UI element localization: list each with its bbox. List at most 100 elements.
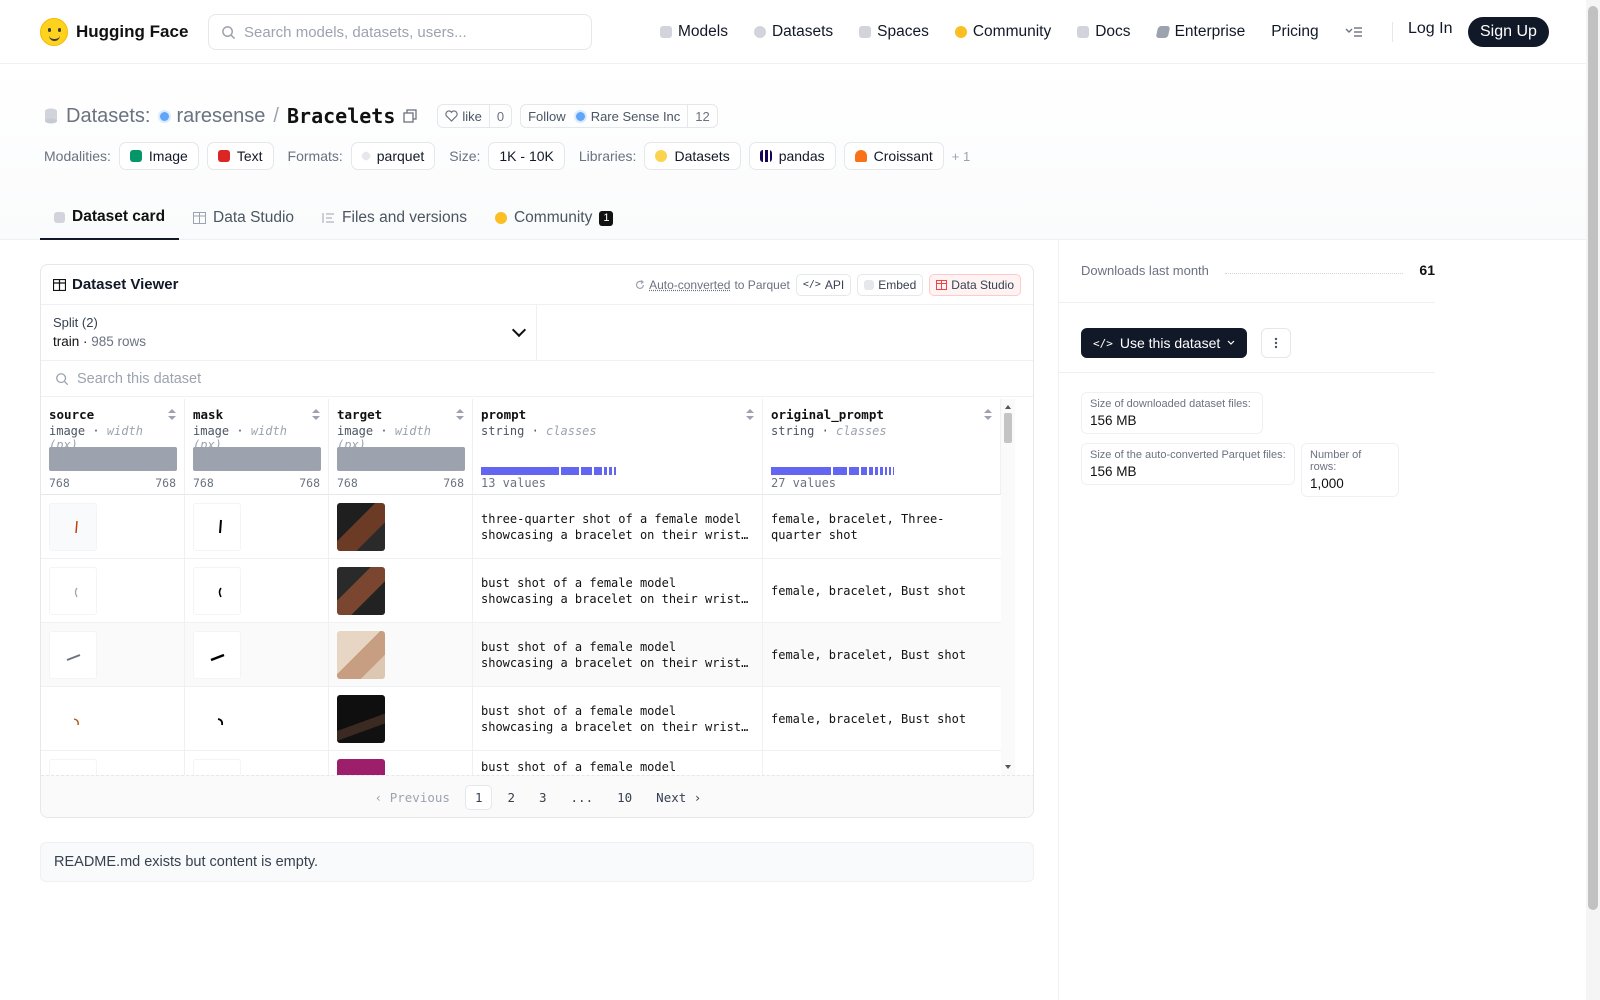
class-bar[interactable] <box>893 467 894 475</box>
class-bar[interactable] <box>604 467 607 475</box>
class-bar[interactable] <box>869 467 873 475</box>
prompt-cell[interactable]: bust shot of a female model showcasing a… <box>473 623 763 687</box>
class-bar[interactable] <box>885 467 887 475</box>
original-prompt-cell[interactable]: female, bracelet, Bust shot <box>763 687 1001 751</box>
class-bar[interactable] <box>771 467 831 475</box>
sort-icon[interactable] <box>312 409 320 421</box>
mask-thumbnail[interactable] <box>193 567 241 615</box>
source-thumbnail[interactable] <box>49 567 97 615</box>
class-bar[interactable] <box>594 467 602 475</box>
auto-converted-note[interactable]: Auto-converted to Parquet <box>635 278 790 292</box>
source-cell[interactable] <box>41 623 185 687</box>
class-bar[interactable] <box>889 467 891 475</box>
column-header-original-prompt[interactable]: original_prompt string · classes 27 valu… <box>763 399 1001 495</box>
copy-icon[interactable] <box>403 109 418 123</box>
nav-community[interactable]: Community <box>954 23 1051 41</box>
more-libraries[interactable]: + 1 <box>952 149 970 164</box>
nav-datasets[interactable]: Datasets <box>753 23 833 41</box>
original-prompt-cell[interactable]: female, bracelet, Bust shot <box>763 623 1001 687</box>
source-cell[interactable] <box>41 559 185 623</box>
page-1-button[interactable]: 1 <box>464 785 493 810</box>
source-cell[interactable] <box>41 751 185 775</box>
mask-cell[interactable] <box>185 751 329 775</box>
more-menu-icon[interactable] <box>1345 26 1363 38</box>
tag-datasets-lib[interactable]: Datasets <box>644 142 741 170</box>
histogram-bar[interactable] <box>193 447 321 471</box>
embed-button[interactable]: Embed <box>857 273 924 296</box>
class-bar[interactable] <box>609 467 612 475</box>
target-thumbnail[interactable] <box>337 567 385 615</box>
table-row[interactable]: bust shot of a female model showcasing a… <box>41 687 1001 751</box>
table-row[interactable]: three-quarter shot of a female model sho… <box>41 495 1001 559</box>
split-selector[interactable]: Split (2) train · 985 rows <box>41 305 537 360</box>
tag-parquet[interactable]: parquet <box>350 142 436 170</box>
original-prompt-cell[interactable]: female, bracelet, Bust shot <box>763 559 1001 623</box>
nav-docs[interactable]: Docs <box>1077 23 1131 41</box>
prompt-cell[interactable]: bust shot of a female model showcasing a… <box>473 559 763 623</box>
column-header-prompt[interactable]: prompt string · classes 13 values <box>473 399 763 495</box>
table-row[interactable]: bust shot of a female model showcasing a… <box>41 559 1001 623</box>
sort-icon[interactable] <box>746 409 754 421</box>
prompt-cell[interactable]: three-quarter shot of a female model sho… <box>473 495 763 559</box>
histogram-bar[interactable] <box>337 447 465 471</box>
page-scrollbar-thumb[interactable] <box>1588 6 1598 910</box>
tag-image[interactable]: Image <box>118 142 199 170</box>
target-cell[interactable] <box>329 623 473 687</box>
dataset-search-input[interactable] <box>77 370 677 387</box>
target-thumbnail[interactable] <box>337 759 385 775</box>
tag-pandas[interactable]: pandas <box>748 142 836 170</box>
mask-thumbnail[interactable] <box>193 695 241 743</box>
nav-pricing[interactable]: Pricing <box>1271 23 1318 41</box>
prompt-cell[interactable]: bust shot of a female model showcasing <box>473 751 763 775</box>
prompt-cell[interactable]: bust shot of a female model showcasing a… <box>473 687 763 751</box>
class-bar[interactable] <box>561 467 579 475</box>
signup-button[interactable]: Sign Up <box>1468 17 1549 47</box>
sort-icon[interactable] <box>984 409 992 421</box>
data-studio-button[interactable]: Data Studio <box>929 273 1021 296</box>
mask-cell[interactable] <box>185 495 329 559</box>
class-bar[interactable] <box>861 467 867 475</box>
column-header-target[interactable]: target image · width (px) 768 768 <box>329 399 473 495</box>
mask-cell[interactable] <box>185 559 329 623</box>
source-thumbnail[interactable] <box>49 503 97 551</box>
auto-converted-link[interactable]: Auto-converted <box>649 278 730 292</box>
previous-page-button[interactable]: ‹ Previous <box>366 786 459 809</box>
source-thumbnail[interactable] <box>49 695 97 743</box>
table-scrollbar[interactable] <box>1001 399 1015 775</box>
histogram-bar[interactable] <box>49 447 177 471</box>
class-bar[interactable] <box>875 467 878 475</box>
original-prompt-cell[interactable]: female, bracelet, Three-quarter shot <box>763 495 1001 559</box>
page-2-button[interactable]: 2 <box>498 786 524 809</box>
login-link[interactable]: Log In <box>1408 20 1452 38</box>
tab-dataset-card[interactable]: Dataset card <box>40 196 180 240</box>
class-bar[interactable] <box>833 467 847 475</box>
repo-name[interactable]: Bracelets <box>287 104 395 128</box>
column-header-mask[interactable]: mask image · width (px) 768 768 <box>185 399 329 495</box>
mask-cell[interactable] <box>185 623 329 687</box>
mask-thumbnail[interactable] <box>193 759 241 775</box>
target-thumbnail[interactable] <box>337 631 385 679</box>
more-options-button[interactable] <box>1261 328 1291 358</box>
mask-thumbnail[interactable] <box>193 631 241 679</box>
source-thumbnail[interactable] <box>49 631 97 679</box>
tag-croissant[interactable]: Croissant <box>843 142 944 170</box>
mask-thumbnail[interactable] <box>193 503 241 551</box>
column-header-source[interactable]: source image · width (px) 768 768 <box>41 399 185 495</box>
source-cell[interactable] <box>41 687 185 751</box>
target-cell[interactable] <box>329 495 473 559</box>
tab-data-studio[interactable]: Data Studio <box>179 196 308 240</box>
page-3-button[interactable]: 3 <box>530 786 556 809</box>
class-bar[interactable] <box>481 467 559 475</box>
target-cell[interactable] <box>329 687 473 751</box>
brand-logo[interactable]: Hugging Face <box>40 17 188 46</box>
target-thumbnail[interactable] <box>337 695 385 743</box>
tab-files[interactable]: Files and versions <box>308 196 481 240</box>
nav-models[interactable]: Models <box>660 23 728 41</box>
tab-community[interactable]: Community 1 <box>481 196 628 240</box>
api-button[interactable]: </> API <box>795 273 852 296</box>
table-row[interactable]: bust shot of a female model showcasing <box>41 751 1001 775</box>
source-thumbnail[interactable] <box>49 759 97 775</box>
next-page-button[interactable]: Next › <box>647 786 710 809</box>
target-cell[interactable] <box>329 559 473 623</box>
tag-size[interactable]: 1K - 10K <box>488 142 565 170</box>
